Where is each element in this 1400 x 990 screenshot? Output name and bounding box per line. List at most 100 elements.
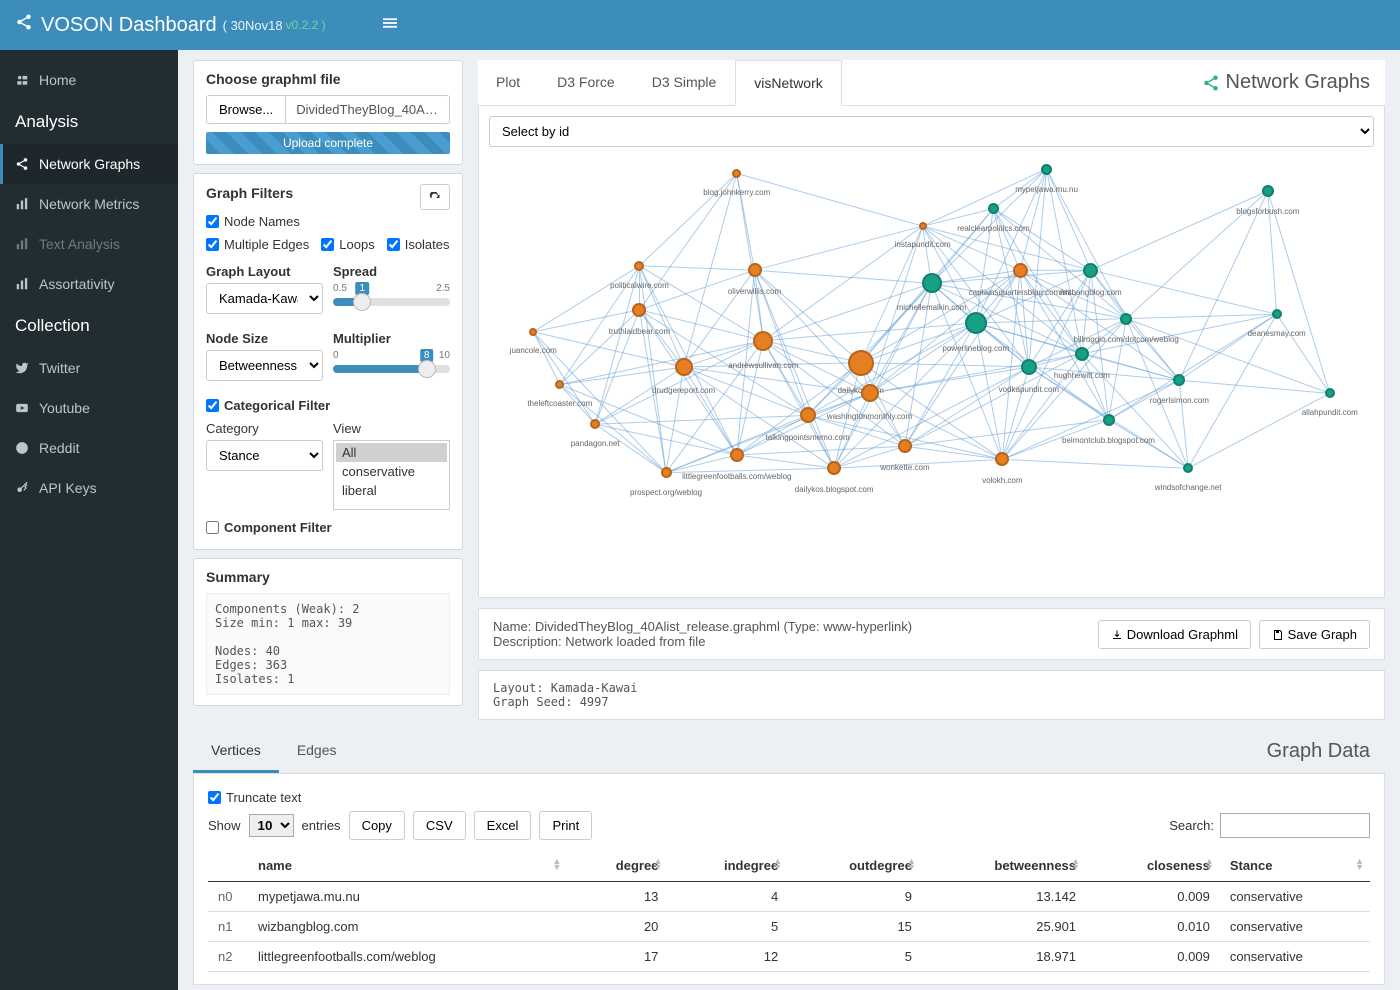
share-icon <box>15 13 33 37</box>
network-node[interactable] <box>748 263 762 277</box>
view-multiselect[interactable]: All conservative liberal <box>333 440 450 510</box>
network-node[interactable] <box>800 407 816 423</box>
page-size-select[interactable]: 10 <box>249 814 294 837</box>
network-node[interactable] <box>675 358 693 376</box>
sidebar-item-api-keys[interactable]: API Keys <box>0 468 178 508</box>
sidebar-item-assortativity[interactable]: Assortativity <box>0 264 178 304</box>
network-node-label: politicalwire.com <box>610 281 669 290</box>
network-node-label: wizbangblog.com <box>1060 288 1122 297</box>
layout-select[interactable]: Kamada-Kawai <box>206 283 323 314</box>
excel-button[interactable]: Excel <box>474 811 532 840</box>
sidebar-item-reddit[interactable]: Reddit <box>0 428 178 468</box>
categorical-filter-checkbox[interactable]: Categorical Filter <box>206 398 450 413</box>
col-name[interactable]: name▲▼ <box>248 850 567 882</box>
network-node[interactable] <box>1041 164 1052 175</box>
menu-toggle[interactable] <box>370 16 410 35</box>
network-node-label: michellemalkin.com <box>897 303 967 312</box>
graph-panel-title: Network Graphs <box>1202 60 1386 105</box>
network-node[interactable] <box>861 384 879 402</box>
tab-d3force[interactable]: D3 Force <box>539 60 634 105</box>
graph-meta: Layout: Kamada-Kawai Graph Seed: 4997 <box>478 670 1385 720</box>
network-node[interactable] <box>919 222 927 230</box>
network-node-label: dailykos.blogspot.com <box>795 485 874 494</box>
col-degree[interactable]: degree▲▼ <box>567 850 668 882</box>
upload-progress: Upload complete <box>206 132 450 154</box>
network-node[interactable] <box>1013 263 1028 278</box>
sidebar-item-network-metrics[interactable]: Network Metrics <box>0 184 178 224</box>
network-node[interactable] <box>1262 185 1274 197</box>
copy-button[interactable]: Copy <box>349 811 405 840</box>
network-node-label: talkingpointsmemo.com <box>766 433 850 442</box>
sidebar-item-network-graphs[interactable]: Network Graphs <box>0 144 178 184</box>
tab-d3simple[interactable]: D3 Simple <box>634 60 736 105</box>
network-node[interactable] <box>1075 347 1089 361</box>
refresh-button[interactable] <box>420 184 450 210</box>
table-row[interactable]: n2littlegreenfootballs.com/weblog1712518… <box>208 942 1370 972</box>
network-node-label: oliverwillis.com <box>728 287 781 296</box>
network-node[interactable] <box>965 312 987 334</box>
save-graph-button[interactable]: Save Graph <box>1259 620 1370 649</box>
col-outdegree[interactable]: outdegree▲▼ <box>788 850 922 882</box>
col-indegree[interactable]: indegree▲▼ <box>668 850 788 882</box>
sidebar-item-twitter[interactable]: Twitter <box>0 348 178 388</box>
network-node[interactable] <box>848 350 874 376</box>
network-node[interactable] <box>1083 263 1098 278</box>
network-canvas[interactable]: blog.johnkerry.commypetjawa.mu.nublogsfo… <box>489 147 1374 587</box>
csv-button[interactable]: CSV <box>413 811 466 840</box>
summary-text: Components (Weak): 2 Size min: 1 max: 39… <box>206 593 450 695</box>
table-row[interactable]: n0mypetjawa.mu.nu134913.1420.009conserva… <box>208 882 1370 912</box>
col-Stance[interactable]: Stance▲▼ <box>1220 850 1370 882</box>
loops-checkbox[interactable]: Loops <box>321 237 374 252</box>
search-input[interactable] <box>1220 813 1370 838</box>
graph-desc: Description: Network loaded from file <box>493 634 912 649</box>
select-by-id[interactable]: Select by id <box>489 116 1374 147</box>
node-names-checkbox[interactable]: Node Names <box>206 214 450 229</box>
nodesize-label: Node Size <box>206 331 323 346</box>
network-node-label: hughhewitt.com <box>1054 371 1110 380</box>
network-node[interactable] <box>730 448 744 462</box>
category-select[interactable]: Stance <box>206 440 323 471</box>
multiple-edges-checkbox[interactable]: Multiple Edges <box>206 237 309 252</box>
network-node-label: truthlaidbear.com <box>609 327 670 336</box>
sidebar-item-text-analysis[interactable]: Text Analysis <box>0 224 178 264</box>
sidebar-item-youtube[interactable]: Youtube <box>0 388 178 428</box>
network-node[interactable] <box>1021 359 1037 375</box>
network-node-label: billroggio.com/dotcom/weblog <box>1073 335 1178 344</box>
isolates-checkbox[interactable]: Isolates <box>387 237 450 252</box>
spread-slider[interactable]: 0.52.5 1 <box>333 283 450 323</box>
tab-visnetwork[interactable]: visNetwork <box>735 60 841 106</box>
tab-edges[interactable]: Edges <box>279 730 355 773</box>
component-filter-checkbox[interactable]: Component Filter <box>206 520 450 535</box>
graph-data-panel: Vertices Edges Graph Data Truncate text … <box>193 730 1385 985</box>
network-node-label: belmontclub.blogspot.com <box>1062 436 1155 445</box>
network-node[interactable] <box>661 467 672 478</box>
tab-plot[interactable]: Plot <box>478 60 539 105</box>
network-node[interactable] <box>1103 414 1115 426</box>
browse-button[interactable]: Browse... <box>206 95 286 124</box>
sidebar-header-analysis: Analysis <box>0 100 178 144</box>
print-button[interactable]: Print <box>539 811 592 840</box>
truncate-checkbox[interactable]: Truncate text <box>208 790 1370 805</box>
download-graphml-button[interactable]: Download Graphml <box>1098 620 1251 649</box>
sidebar-header-collection: Collection <box>0 304 178 348</box>
network-node[interactable] <box>1120 313 1132 325</box>
filters-panel: Graph Filters Node Names Multiple Edges … <box>193 173 463 550</box>
network-node[interactable] <box>922 273 942 293</box>
nodesize-select[interactable]: Betweenness <box>206 350 323 381</box>
network-node-label: blog.johnkerry.com <box>703 188 770 197</box>
sidebar-item-home[interactable]: Home <box>0 60 178 100</box>
view-label: View <box>333 421 450 436</box>
network-node[interactable] <box>753 331 773 351</box>
network-node[interactable] <box>988 203 999 214</box>
tab-vertices[interactable]: Vertices <box>193 730 279 773</box>
network-node-label: volokh.com <box>982 476 1022 485</box>
table-row[interactable]: n1wizbangblog.com2051525.9010.010conserv… <box>208 912 1370 942</box>
network-node[interactable] <box>1272 309 1282 319</box>
col-closeness[interactable]: closeness▲▼ <box>1086 850 1220 882</box>
multiplier-slider[interactable]: 010 8 <box>333 350 450 390</box>
search-label: Search: <box>1169 818 1214 833</box>
topbar: VOSON Dashboard ( 30Nov18 v0.2.2 ) <box>0 0 1400 50</box>
network-node-label: pandagon.net <box>571 439 620 448</box>
col-betweenness[interactable]: betweenness▲▼ <box>922 850 1086 882</box>
network-node-label: littlegreenfootballs.com/weblog <box>682 472 791 481</box>
